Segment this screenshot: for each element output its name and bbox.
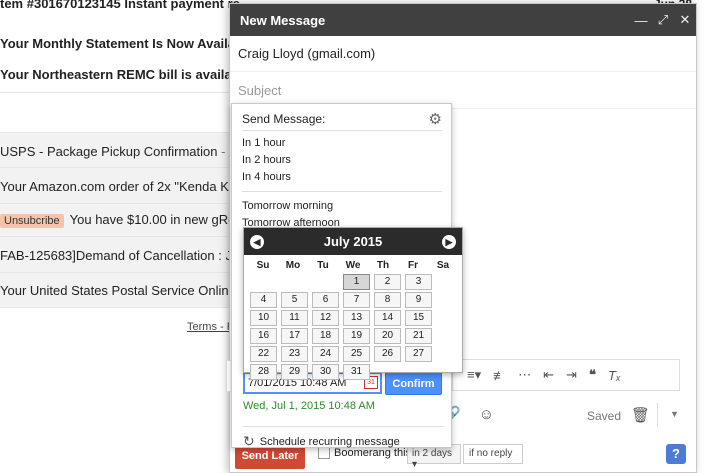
calendar-day[interactable]: 8: [374, 292, 401, 308]
next-month-icon[interactable]: ▶: [441, 234, 456, 249]
to-field[interactable]: Craig Lloyd (gmail.com): [230, 36, 696, 72]
emoji-icon[interactable]: ☺: [479, 406, 494, 423]
clear-formatting-icon[interactable]: Tₓ: [608, 368, 621, 383]
list-item[interactable]: FAB-125683]Demand of Cancellation : Just…: [0, 237, 240, 272]
numbered-list-icon[interactable]: ≢: [493, 368, 506, 383]
terms-link[interactable]: Terms - F: [187, 321, 233, 333]
calendar-grid: 1 2 3 4 5 6 7 8 9 10 11 12 13 14 15 16 17 18 19 20 21 22 23 24 2…: [244, 273, 462, 381]
calendar-day[interactable]: 31: [343, 364, 370, 380]
panel-header: Send Message: ⚙: [242, 111, 442, 131]
boomerang-condition-select[interactable]: if no reply: [463, 444, 523, 464]
trash-icon[interactable]: 🗑: [631, 406, 650, 424]
calendar-day[interactable]: 28: [250, 364, 277, 380]
unsubscribe-badge[interactable]: Unsubcribe: [0, 214, 64, 228]
calendar-day[interactable]: 30: [312, 364, 339, 380]
calendar-day[interactable]: 19: [343, 328, 370, 344]
weekday-label: Fr: [408, 260, 418, 271]
prev-month-icon[interactable]: ◀: [250, 234, 264, 249]
option-in-1-hour[interactable]: In 1 hour: [242, 137, 285, 149]
formatting-toolbar: ≡▾ ≢ ⋯ ⇤ ⇥ ❝ Tₓ: [452, 359, 680, 391]
list-item[interactable]: USPS - Package Pickup Confirmation - USP…: [0, 133, 240, 167]
expand-icon[interactable]: ⤢: [652, 12, 674, 28]
option-in-2-hours[interactable]: In 2 hours: [242, 154, 291, 166]
calendar-day[interactable]: 3: [405, 274, 432, 290]
calendar-title: July 2015: [323, 234, 383, 249]
list-item[interactable]: tem #301670123145 Instant payment receiv…: [0, 0, 240, 11]
quote-icon[interactable]: ❝: [589, 367, 596, 383]
calendar-blank: [281, 274, 308, 290]
calendar-day[interactable]: 25: [343, 346, 370, 362]
weekday-label: Th: [376, 260, 390, 271]
weekday-label: Sa: [436, 260, 450, 271]
calendar-day[interactable]: 5: [281, 292, 308, 308]
help-icon[interactable]: ?: [666, 444, 686, 464]
option-in-4-hours[interactable]: In 4 hours: [242, 171, 291, 183]
bulleted-list-icon[interactable]: ⋯: [518, 367, 531, 383]
saved-status: Saved: [587, 409, 622, 423]
compose-header: New Message — ⤢ ✕: [230, 4, 696, 36]
weekday-header: Su Mo Tu We Th Fr Sa: [244, 255, 462, 273]
list-item[interactable]: Your United States Postal Service Online…: [0, 273, 240, 307]
calendar-day[interactable]: 6: [312, 292, 339, 308]
calendar-day[interactable]: 4: [250, 292, 277, 308]
calendar-day[interactable]: 2: [374, 274, 401, 290]
weekday-label: We: [345, 260, 361, 271]
compose-title: New Message: [240, 12, 326, 28]
more-options-icon[interactable]: ▼: [670, 409, 679, 419]
calendar-day[interactable]: 20: [374, 328, 401, 344]
calendar-day[interactable]: 7: [343, 292, 370, 308]
list-item[interactable]: Your Monthly Statement Is Now Available …: [0, 36, 240, 51]
indent-less-icon[interactable]: ⇤: [543, 367, 554, 383]
weekday-label: Tu: [317, 260, 329, 271]
calendar-day[interactable]: 27: [405, 346, 432, 362]
calendar-day[interactable]: 9: [405, 292, 432, 308]
calendar-day[interactable]: 24: [312, 346, 339, 362]
list-item[interactable]: Your Amazon.com order of 2x "Kenda K838 …: [0, 168, 240, 203]
close-icon[interactable]: ✕: [674, 12, 696, 28]
calendar-day[interactable]: 17: [281, 328, 308, 344]
indent-more-icon[interactable]: ⇥: [566, 367, 577, 383]
weekday-label: Su: [256, 260, 270, 271]
align-icon[interactable]: ≡▾: [467, 367, 481, 383]
calendar-day[interactable]: 11: [281, 310, 308, 326]
minimize-icon[interactable]: —: [630, 13, 652, 28]
calendar-blank: [250, 274, 277, 290]
calendar-day[interactable]: 18: [312, 328, 339, 344]
calendar-day[interactable]: 15: [405, 310, 432, 326]
weekday-label: Mo: [285, 260, 301, 271]
calendar-day[interactable]: 12: [312, 310, 339, 326]
gear-icon[interactable]: ⚙: [429, 110, 442, 128]
date-preview: Wed, Jul 1, 2015 10:48 AM: [243, 400, 375, 412]
calendar-day[interactable]: 22: [250, 346, 277, 362]
calendar-day[interactable]: 13: [343, 310, 370, 326]
refresh-icon: ↻: [243, 433, 255, 449]
calendar-day[interactable]: 16: [250, 328, 277, 344]
calendar-day[interactable]: 14: [374, 310, 401, 326]
calendar-day[interactable]: 21: [405, 328, 432, 344]
calendar-day[interactable]: 26: [374, 346, 401, 362]
option-tomorrow-morning[interactable]: Tomorrow morning: [242, 200, 333, 212]
list-item[interactable]: Your Northeastern REMC bill is available…: [0, 67, 240, 82]
date-picker: ◀ July 2015 ▶ Su Mo Tu We Th Fr Sa 1 2 3 4 5 6 7 8 9 10…: [243, 227, 463, 380]
schedule-recurring-link[interactable]: ↻ Schedule recurring message: [243, 426, 443, 450]
calendar-day[interactable]: 10: [250, 310, 277, 326]
calendar-day[interactable]: 23: [281, 346, 308, 362]
calendar-blank: [312, 274, 339, 290]
list-item[interactable]: Unsubcribe You have $10.00 in new gRewar: [0, 204, 240, 236]
calendar-day[interactable]: 1: [343, 274, 370, 290]
calendar-header: ◀ July 2015 ▶: [244, 228, 462, 255]
calendar-day[interactable]: 29: [281, 364, 308, 380]
